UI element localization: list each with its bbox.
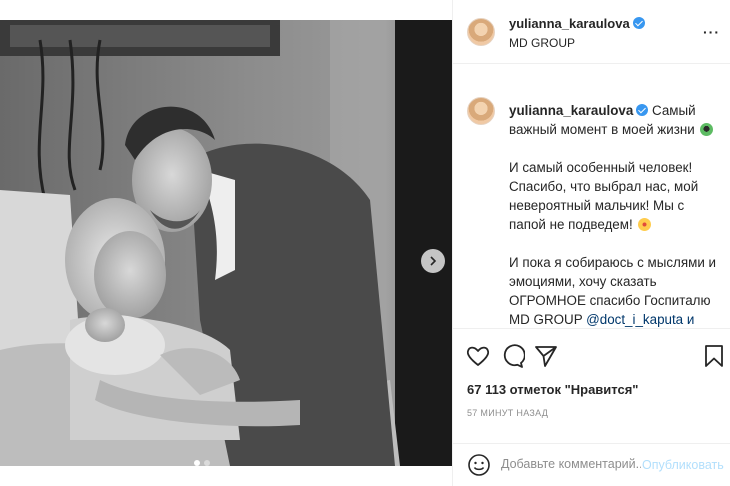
emoji-smile-icon[interactable] <box>467 453 491 477</box>
verified-badge-icon <box>632 17 645 29</box>
caption-section: yulianna_karaulova Самый важный момент в… <box>453 65 730 327</box>
caption-text: yulianna_karaulova Самый важный момент в… <box>509 101 723 327</box>
chevron-right-icon <box>430 256 437 266</box>
post-details-panel: yulianna_karaulova MD GROUP ··· yulianna… <box>452 0 730 486</box>
alien-face-emoji-icon <box>700 123 714 136</box>
post-comment-button[interactable]: Опубликовать <box>642 458 724 472</box>
avatar[interactable] <box>467 18 495 46</box>
caption-username[interactable]: yulianna_karaulova <box>509 103 633 118</box>
post-photo[interactable] <box>0 20 452 466</box>
photo-image <box>0 20 452 466</box>
likes-count[interactable]: 67 113 отметок "Нравится" <box>467 382 638 397</box>
verified-badge-icon <box>636 104 649 116</box>
next-slide-button[interactable] <box>421 249 445 273</box>
post-timestamp[interactable]: 57 МИНУТ НАЗАД <box>467 408 548 418</box>
post-header: yulianna_karaulova MD GROUP ··· <box>453 0 730 64</box>
heart-icon[interactable] <box>465 343 491 369</box>
author-username[interactable]: yulianna_karaulova <box>509 16 645 31</box>
bookmark-icon[interactable] <box>701 343 727 369</box>
carousel-dot <box>194 460 200 466</box>
more-options-icon[interactable]: ··· <box>703 24 720 40</box>
smiling-face-with-hearts-emoji-icon <box>638 218 652 231</box>
carousel-indicator <box>194 460 210 466</box>
caption-avatar[interactable] <box>467 97 495 125</box>
comment-input[interactable] <box>501 457 641 471</box>
carousel-dot <box>204 460 210 466</box>
caption-paragraph-2: И самый особенный человек! Спасибо, что … <box>509 160 699 232</box>
comment-icon[interactable] <box>499 343 525 369</box>
post-location[interactable]: MD GROUP <box>509 36 575 50</box>
action-bar <box>453 328 730 382</box>
share-icon[interactable] <box>533 343 559 369</box>
comment-bar: Опубликовать <box>453 443 730 486</box>
